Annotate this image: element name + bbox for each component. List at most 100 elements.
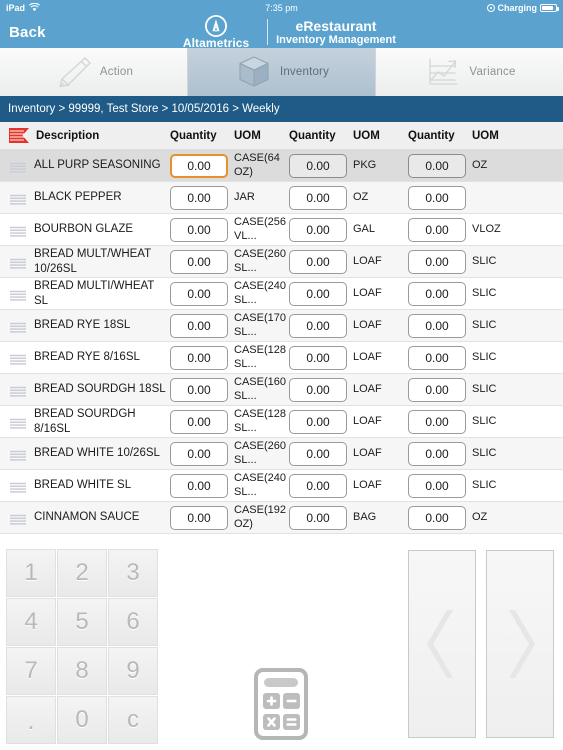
item-description-label: BREAD SOURDGH 18SL	[34, 383, 166, 396]
cell-qty3: 0.00	[408, 281, 472, 306]
red-flag-icon[interactable]	[9, 128, 29, 143]
drag-handle-icon[interactable]	[9, 224, 27, 237]
drag-handle-icon[interactable]	[9, 192, 27, 205]
drag-handle-icon[interactable]	[9, 480, 27, 493]
cell-qty2: 0.00	[289, 505, 353, 530]
qty2-input[interactable]: 0.00	[289, 281, 347, 306]
cell-qty2: 0.00	[289, 409, 353, 434]
breadcrumb[interactable]: Inventory > 99999, Test Store > 10/05/20…	[0, 96, 563, 122]
qty1-input[interactable]: 0.00	[170, 505, 228, 530]
qty1-input[interactable]: 0.00	[170, 217, 228, 242]
cell-qty3: 0.00	[408, 249, 472, 274]
qty3-input[interactable]: 0.00	[408, 441, 466, 466]
qty3-input[interactable]: 0.00	[408, 153, 466, 178]
qty3-input[interactable]: 0.00	[408, 377, 466, 402]
qty3-input[interactable]: 0.00	[408, 313, 466, 338]
qty1-input[interactable]: 0.00	[170, 281, 228, 306]
qty3-input[interactable]: 0.00	[408, 185, 466, 210]
qty2-input[interactable]: 0.00	[289, 345, 347, 370]
table-row[interactable]: BREAD WHITE 10/26SL 0.00 CASE(260 SL... 0.0…	[0, 438, 563, 470]
qty3-input[interactable]: 0.00	[408, 249, 466, 274]
table-row[interactable]: BREAD MULTI/WHEAT SL 0.00 CASE(240 SL... 0.…	[0, 278, 563, 310]
keypad-key-4[interactable]: 4	[6, 598, 56, 646]
qty1-input[interactable]: 0.00	[170, 473, 228, 498]
previous-item-button[interactable]	[408, 550, 476, 738]
keypad-key-9[interactable]: 9	[108, 647, 158, 695]
qty2-input[interactable]: 0.00	[289, 249, 347, 274]
qty1-input[interactable]: 0.00	[170, 153, 228, 178]
drag-handle-icon[interactable]	[9, 256, 27, 269]
drag-handle-icon[interactable]	[9, 512, 27, 525]
drag-handle-icon[interactable]	[9, 384, 27, 397]
tab-inventory[interactable]: Inventory	[188, 48, 376, 96]
drag-handle-icon[interactable]	[9, 352, 27, 365]
table-row[interactable]: BREAD RYE 18SL 0.00 CASE(170 SL... 0.00 LOAF…	[0, 310, 563, 342]
app-title-bar: Back Altametrics eRestaurant Inventory M…	[0, 14, 563, 50]
qty3-input[interactable]: 0.00	[408, 505, 466, 530]
table-row[interactable]: BREAD SOURDGH 8/16SL 0.00 CASE(128 SL... 0.…	[0, 406, 563, 438]
qty1-input[interactable]: 0.00	[170, 409, 228, 434]
drag-handle-icon[interactable]	[9, 288, 27, 301]
drag-handle-icon[interactable]	[9, 320, 27, 333]
calculator-icon[interactable]	[253, 668, 309, 745]
tab-variance[interactable]: Variance	[376, 48, 563, 96]
keypad-key-clear[interactable]: c	[108, 696, 158, 744]
header-quantity-3: Quantity	[408, 129, 455, 142]
keypad-key-2[interactable]: 2	[57, 549, 107, 597]
keypad-key-5[interactable]: 5	[57, 598, 107, 646]
qty3-input[interactable]: 0.00	[408, 409, 466, 434]
table-row[interactable]: ALL PURP SEASONING 0.00 CASE(64 OZ) 0.00 PKG…	[0, 150, 563, 182]
table-row[interactable]: BREAD WHITE SL 0.00 CASE(240 SL... 0.00 LOAF…	[0, 470, 563, 502]
qty2-input[interactable]: 0.00	[289, 441, 347, 466]
keypad-key-8[interactable]: 8	[57, 647, 107, 695]
table-row[interactable]: BREAD SOURDGH 18SL 0.00 CASE(160 SL... 0.00…	[0, 374, 563, 406]
keypad-key-6[interactable]: 6	[108, 598, 158, 646]
table-row[interactable]: BOURBON GLAZE 0.00 CASE(256 VL... 0.00 GAL 0.…	[0, 214, 563, 246]
qty2-input[interactable]: 0.00	[289, 377, 347, 402]
cell-uom3: SLIC	[472, 382, 497, 395]
qty2-input[interactable]: 0.00	[289, 473, 347, 498]
keypad-key-0[interactable]: 0	[57, 696, 107, 744]
drag-handle-icon[interactable]	[9, 160, 27, 173]
drag-handle-icon[interactable]	[9, 416, 27, 429]
drag-handle-icon[interactable]	[9, 448, 27, 461]
qty1-input[interactable]: 0.00	[170, 313, 228, 338]
qty3-input[interactable]: 0.00	[408, 345, 466, 370]
cell-uom3: OZ	[472, 510, 488, 523]
item-description-label: ALL PURP SEASONING	[34, 159, 161, 172]
cell-qty2: 0.00	[289, 313, 353, 338]
tab-action[interactable]: Action	[0, 48, 188, 96]
cell-uom2: GAL	[353, 222, 376, 235]
keypad-key-1[interactable]: 1	[6, 549, 56, 597]
qty1-input[interactable]: 0.00	[170, 377, 228, 402]
qty2-input[interactable]: 0.00	[289, 313, 347, 338]
qty2-input[interactable]: 0.00	[289, 409, 347, 434]
qty1-input[interactable]: 0.00	[170, 441, 228, 466]
qty2-input[interactable]: 0.00	[289, 217, 347, 242]
table-row[interactable]: BREAD MULT/WHEAT 10/26SL 0.00 CASE(260 SL.…	[0, 246, 563, 278]
qty1-input[interactable]: 0.00	[170, 185, 228, 210]
qty3-input[interactable]: 0.00	[408, 473, 466, 498]
qty2-input[interactable]: 0.00	[289, 185, 347, 210]
qty3-input[interactable]: 0.00	[408, 281, 466, 306]
table-row[interactable]: BLACK PEPPER 0.00 JAR 0.00 OZ 0.00	[0, 182, 563, 214]
keypad-key-7[interactable]: 7	[6, 647, 56, 695]
qty3-input[interactable]: 0.00	[408, 217, 466, 242]
table-row[interactable]: BREAD RYE 8/16SL 0.00 CASE(128 SL... 0.00 LO…	[0, 342, 563, 374]
keypad-key-decimal[interactable]: .	[6, 696, 56, 744]
qty1-input[interactable]: 0.00	[170, 249, 228, 274]
title-divider	[267, 19, 269, 45]
main-tab-bar: Action Inventory Variance	[0, 48, 563, 96]
qty2-input[interactable]: 0.00	[289, 505, 347, 530]
cell-uom3: SLIC	[472, 254, 497, 267]
table-row[interactable]: CINNAMON SAUCE 0.00 CASE(192 OZ) 0.00 BAG 0.0…	[0, 502, 563, 534]
qty1-input[interactable]: 0.00	[170, 345, 228, 370]
cell-uom3: SLIC	[472, 350, 497, 363]
next-item-button[interactable]	[486, 550, 554, 738]
qty2-input[interactable]: 0.00	[289, 153, 347, 178]
cell-uom3: SLIC	[472, 318, 497, 331]
inventory-app: iPad 7:35 pm Charging Back Altametrics e…	[0, 0, 563, 750]
item-description-label: BREAD MULTI/WHEAT SL	[34, 280, 155, 307]
keypad-key-3[interactable]: 3	[108, 549, 158, 597]
cell-description: BREAD RYE 18SL	[0, 318, 170, 333]
